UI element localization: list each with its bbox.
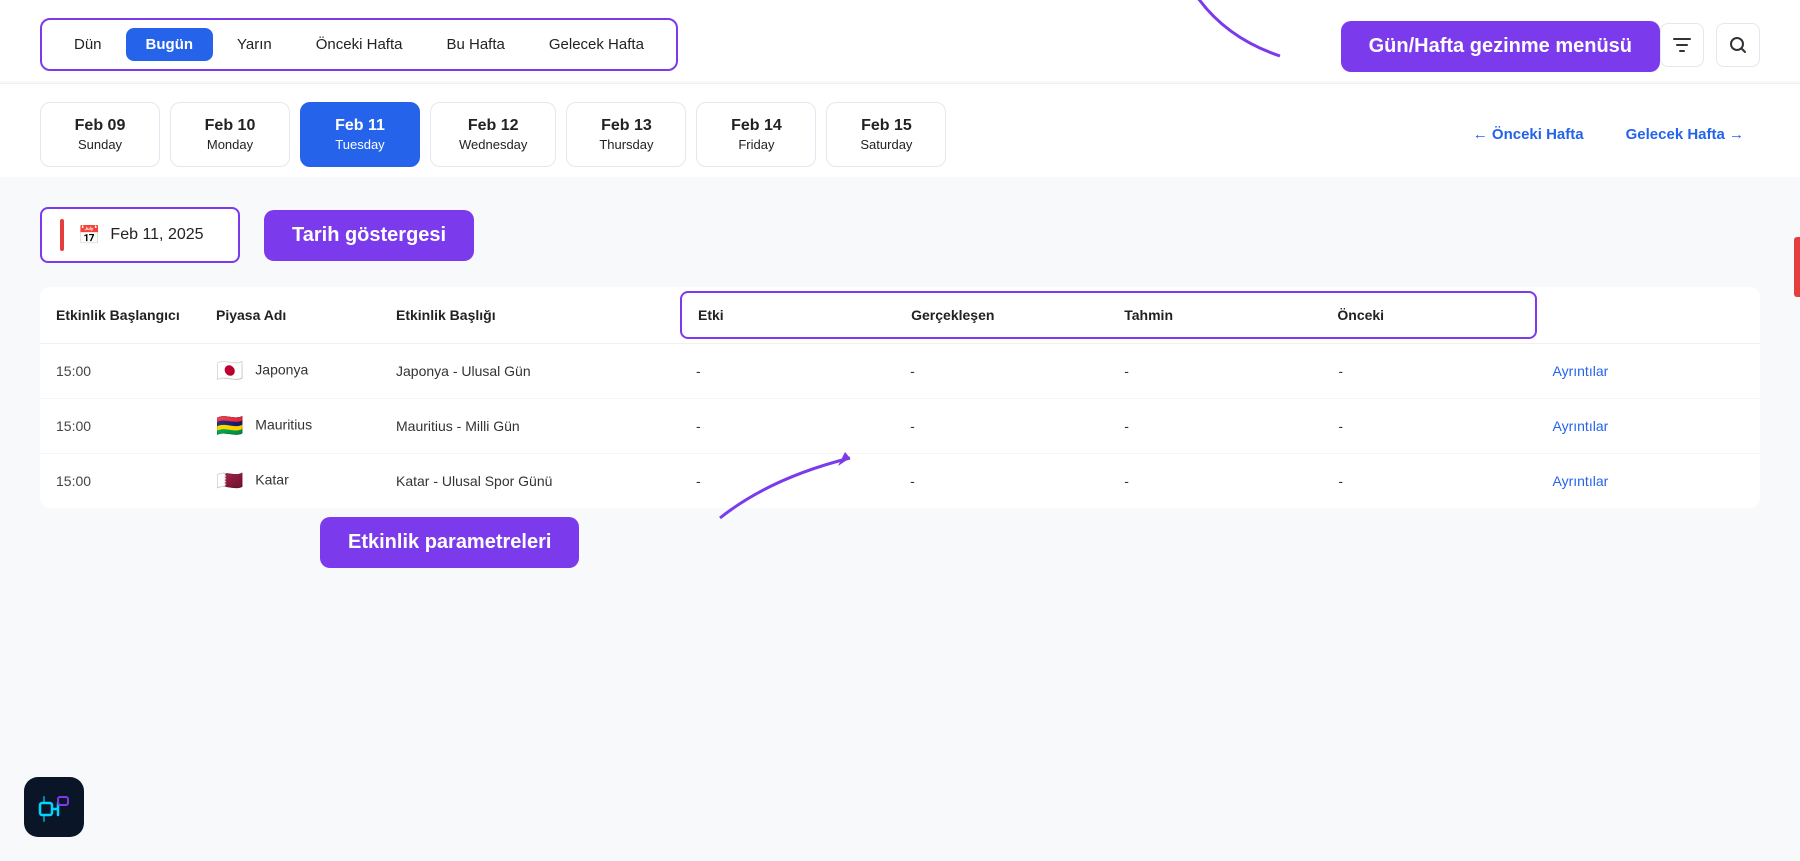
nav-btn-gelecek_hafta[interactable]: Gelecek Hafta [529, 28, 664, 61]
cell-tahmin: - [1108, 344, 1322, 399]
next-week-button[interactable]: Gelecek Hafta → [1610, 118, 1760, 151]
filter-icon [1671, 34, 1693, 56]
cell-time: 15:00 [40, 399, 200, 454]
th-actions [1537, 287, 1761, 344]
day-name: Monday [207, 137, 253, 152]
detail-link[interactable]: Ayrıntılar [1553, 363, 1609, 379]
th-etkinlik-basligi: Etkinlik Başlığı [380, 287, 680, 344]
nav-btn-dun[interactable]: Dün [54, 28, 122, 61]
country-flag: 🇯🇵 [216, 358, 243, 383]
detail-link[interactable]: Ayrıntılar [1553, 473, 1609, 489]
prev-week-button[interactable]: ← Önceki Hafta [1457, 118, 1600, 151]
cell-onceki: - [1322, 344, 1536, 399]
day-btn-feb-12[interactable]: Feb 12 Wednesday [430, 102, 556, 167]
events-tbody: 15:00 🇯🇵 Japonya Japonya - Ulusal Gün - … [40, 344, 1760, 509]
param-callout: Etkinlik parametreleri [320, 517, 579, 568]
day-date: Feb 14 [731, 117, 782, 135]
day-date: Feb 09 [75, 117, 126, 135]
events-table: Etkinlik Başlangıcı Piyasa Adı Etkinlik … [40, 287, 1760, 508]
week-nav: Feb 09SundayFeb 10MondayFeb 11TuesdayFeb… [0, 83, 1800, 177]
cell-country: 🇶🇦 Katar [200, 454, 380, 509]
red-bar-indicator [1794, 237, 1800, 297]
cell-title: Japonya - Ulusal Gün [380, 344, 680, 399]
day-name: Saturday [860, 137, 912, 152]
day-name: Thursday [599, 137, 653, 152]
date-indicator[interactable]: 📅 Feb 11, 2025 [40, 207, 240, 263]
logo [24, 777, 84, 837]
param-annotation-container: Etkinlik parametreleri [320, 517, 579, 568]
date-value: Feb 11, 2025 [110, 226, 203, 244]
nav-btn-yarin[interactable]: Yarın [217, 28, 292, 61]
cell-gerceklesen: - [894, 344, 1108, 399]
filter-button[interactable] [1660, 23, 1704, 67]
table-row: 15:00 🇲🇺 Mauritius Mauritius - Milli Gün… [40, 399, 1760, 454]
day-btn-feb-11[interactable]: Feb 11 Tuesday [300, 102, 420, 167]
cell-onceki: - [1322, 399, 1536, 454]
nav-btn-bu_hafta[interactable]: Bu Hafta [426, 28, 524, 61]
day-name: Sunday [78, 137, 122, 152]
country-name: Katar [255, 472, 288, 488]
day-btn-feb-13[interactable]: Feb 13 Thursday [566, 102, 686, 167]
day-name: Tuesday [335, 137, 384, 152]
cell-detail[interactable]: Ayrıntılar [1537, 454, 1761, 509]
search-icon [1727, 34, 1749, 56]
day-name: Friday [738, 137, 774, 152]
th-onceki: Önceki [1321, 293, 1534, 337]
cell-tahmin: - [1108, 399, 1322, 454]
calendar-icon: 📅 [78, 225, 100, 246]
th-etki-group: Etki Gerçekleşen Tahmin Önceki [680, 287, 1537, 344]
th-piyasa-adi: Piyasa Adı [200, 287, 380, 344]
date-indicator-row: 📅 Feb 11, 2025 Tarih göstergesi [40, 207, 1760, 263]
country-flag: 🇶🇦 [216, 468, 243, 493]
cell-title: Katar - Ulusal Spor Günü [380, 454, 680, 509]
nav-btn-bugun[interactable]: Bugün [126, 28, 213, 61]
th-etki: Etki [682, 293, 895, 337]
cell-time: 15:00 [40, 454, 200, 509]
day-btn-feb-14[interactable]: Feb 14 Friday [696, 102, 816, 167]
cell-etki: - [680, 399, 894, 454]
day-date: Feb 11 [335, 117, 385, 135]
main-content: 📅 Feb 11, 2025 Tarih göstergesi Etkinlik… [0, 177, 1800, 528]
search-button[interactable] [1716, 23, 1760, 67]
table-row: 15:00 🇯🇵 Japonya Japonya - Ulusal Gün - … [40, 344, 1760, 399]
day-name: Wednesday [459, 137, 527, 152]
day-btn-feb-09[interactable]: Feb 09 Sunday [40, 102, 160, 167]
day-btn-feb-10[interactable]: Feb 10 Monday [170, 102, 290, 167]
nav-button-group: DünBugünYarınÖnceki HaftaBu HaftaGelecek… [40, 18, 678, 71]
day-date: Feb 10 [205, 117, 256, 135]
country-name: Mauritius [255, 417, 312, 433]
cell-title: Mauritius - Milli Gün [380, 399, 680, 454]
logo-icon [36, 789, 72, 825]
country-flag: 🇲🇺 [216, 413, 243, 438]
cell-country: 🇲🇺 Mauritius [200, 399, 380, 454]
table-row: 15:00 🇶🇦 Katar Katar - Ulusal Spor Günü … [40, 454, 1760, 509]
nav-btn-onceki_hafta[interactable]: Önceki Hafta [296, 28, 423, 61]
detail-link[interactable]: Ayrıntılar [1553, 418, 1609, 434]
th-gerceklesen: Gerçekleşen [895, 293, 1108, 337]
day-date: Feb 12 [468, 117, 519, 135]
table-container: Etkinlik Başlangıcı Piyasa Adı Etkinlik … [40, 287, 1760, 508]
tarih-callout: Tarih göstergesi [264, 210, 474, 261]
cell-detail[interactable]: Ayrıntılar [1537, 344, 1761, 399]
day-btn-feb-15[interactable]: Feb 15 Saturday [826, 102, 946, 167]
cell-etki: - [680, 344, 894, 399]
country-name: Japonya [255, 362, 308, 378]
day-date: Feb 13 [601, 117, 652, 135]
cell-onceki: - [1322, 454, 1536, 509]
gun-hafta-arrow [1180, 0, 1300, 66]
cell-gerceklesen: - [894, 454, 1108, 509]
day-date: Feb 15 [861, 117, 912, 135]
param-arrow [690, 448, 890, 528]
cell-time: 15:00 [40, 344, 200, 399]
th-etkinlik-baslangici: Etkinlik Başlangıcı [40, 287, 200, 344]
table-header-row: Etkinlik Başlangıcı Piyasa Adı Etkinlik … [40, 287, 1760, 344]
th-tahmin: Tahmin [1108, 293, 1321, 337]
date-bar-accent [60, 219, 64, 251]
gun-hafta-callout: Gün/Hafta gezinme menüsü [1341, 21, 1660, 72]
cell-tahmin: - [1108, 454, 1322, 509]
cell-detail[interactable]: Ayrıntılar [1537, 399, 1761, 454]
cell-country: 🇯🇵 Japonya [200, 344, 380, 399]
cell-gerceklesen: - [894, 399, 1108, 454]
